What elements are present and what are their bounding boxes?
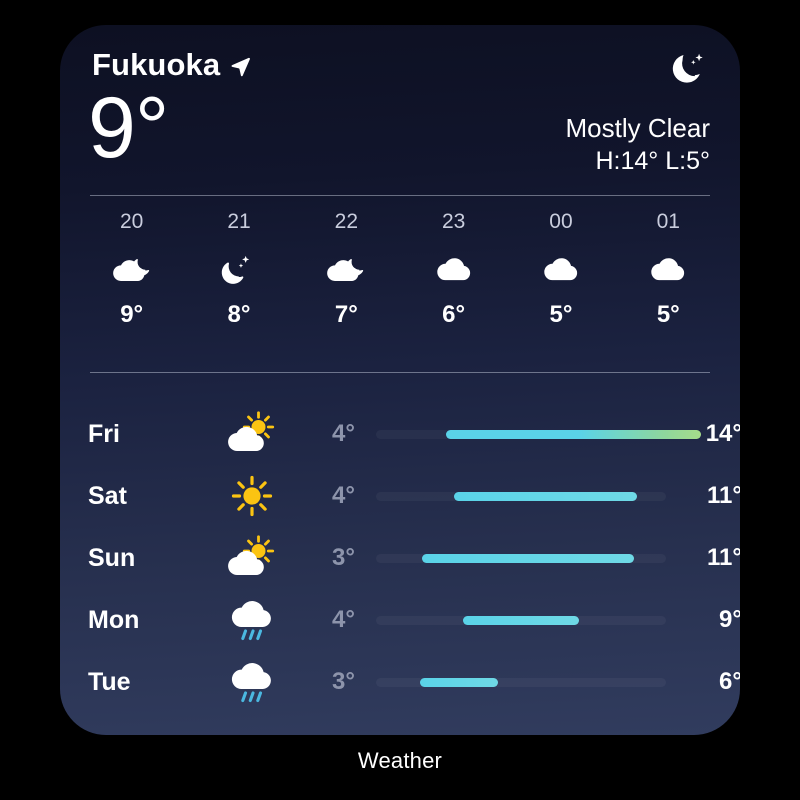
hourly-temp: 5° [549, 301, 573, 328]
temperature-range-track [376, 429, 701, 439]
hourly-item: 21 8° [185, 211, 292, 327]
hourly-item: 01 5° [615, 211, 722, 327]
divider-top [90, 195, 710, 196]
temperature-range-bar [422, 553, 635, 563]
daily-row[interactable]: Sun 3° 11° [60, 527, 740, 589]
daily-high-temp: 9° [719, 606, 740, 633]
hourly-hour: 01 [656, 210, 680, 233]
daily-row[interactable]: Fri 4° 14° [60, 403, 740, 465]
temperature-range-bar [445, 429, 701, 439]
temperature-range-track [376, 553, 666, 563]
app-label: Weather [357, 748, 443, 773]
weather-card[interactable]: Fukuoka 9° Mostly Clear H:14° L:5° 20 9°… [60, 25, 740, 735]
hourly-forecast: 20 9° 21 8° 22 7° 23 6° 00 5° 01 5° [78, 211, 722, 327]
daily-day: Tue [88, 667, 131, 696]
cloud-icon [431, 247, 477, 287]
cloud-icon [538, 247, 584, 287]
daily-low-temp: 4° [332, 420, 355, 447]
hourly-temp: 9° [120, 301, 144, 328]
daily-row[interactable]: Tue 3° 6° [60, 651, 740, 713]
city-row[interactable]: Fukuoka [92, 49, 251, 80]
daily-low-temp: 3° [332, 544, 355, 571]
hourly-temp: 6° [442, 301, 466, 328]
daily-high-temp: 6° [719, 668, 740, 695]
daily-high-temp: 14° [705, 420, 740, 447]
temperature-range-bar [463, 615, 579, 625]
hourly-hour: 20 [119, 210, 144, 233]
moon-stars-icon [216, 247, 262, 287]
hourly-temp: 5° [656, 301, 680, 328]
weather-widget-screen: Fukuoka 9° Mostly Clear H:14° L:5° 20 9°… [0, 0, 800, 800]
hourly-temp: 7° [334, 301, 358, 328]
condition-block: Mostly Clear H:14° L:5° [566, 47, 710, 178]
location-arrow-icon [229, 55, 251, 77]
hourly-hour: 23 [441, 210, 466, 233]
daily-day: Fri [88, 419, 120, 448]
daily-low-temp: 3° [332, 668, 355, 695]
hourly-temp: 8° [227, 301, 251, 328]
daily-forecast: Fri 4° 14° Sat 4° 11° Sun 3° 11° Mon 4° 9° Tue 3° 6° [60, 403, 740, 713]
temperature-range-track [376, 677, 666, 687]
daily-row[interactable]: Sat 4° 11° [60, 465, 740, 527]
cloud-icon [645, 247, 691, 287]
weather-header: Fukuoka 9° Mostly Clear H:14° L:5° [60, 25, 740, 195]
daily-high-temp: 11° [707, 544, 740, 571]
cloud-moon-icon [109, 247, 155, 287]
high-low-text: H:14° L:5° [595, 147, 710, 176]
daily-day: Mon [88, 605, 140, 634]
hourly-item: 23 6° [400, 211, 507, 327]
hourly-item: 22 7° [293, 211, 400, 327]
temperature-range-bar [454, 491, 637, 501]
sun-cloud-icon [223, 534, 281, 582]
hourly-hour: 21 [227, 210, 251, 233]
city-name: Fukuoka [92, 47, 221, 82]
daily-high-temp: 11° [707, 482, 740, 509]
temperature-range-bar [419, 677, 498, 687]
sun-cloud-icon [223, 410, 281, 458]
rain-cloud-icon [223, 596, 281, 644]
cloud-moon-icon [323, 247, 369, 287]
rain-cloud-icon [223, 658, 281, 706]
hourly-hour: 00 [549, 210, 573, 233]
daily-day: Sun [88, 543, 136, 572]
daily-low-temp: 4° [332, 482, 355, 509]
temperature-range-track [376, 491, 666, 501]
daily-low-temp: 4° [332, 606, 355, 633]
daily-day: Sat [88, 481, 127, 510]
divider-bottom [90, 372, 710, 373]
hourly-hour: 22 [334, 210, 358, 233]
moon-stars-icon [664, 47, 710, 93]
condition-text: Mostly Clear [565, 113, 710, 143]
temperature-range-track [376, 615, 666, 625]
hourly-item: 00 5° [507, 211, 614, 327]
sun-icon [223, 472, 281, 520]
daily-row[interactable]: Mon 4° 9° [60, 589, 740, 651]
hourly-item: 20 9° [78, 211, 185, 327]
current-temperature: 9° [88, 80, 169, 176]
